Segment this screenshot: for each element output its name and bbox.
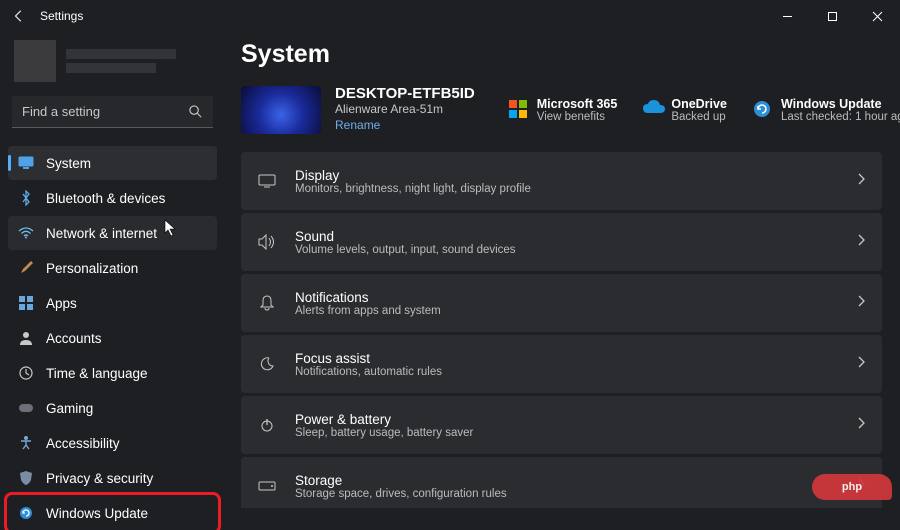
card-title: Notifications <box>295 290 858 305</box>
card-sub: Sleep, battery usage, battery saver <box>295 427 858 439</box>
card-title: Focus assist <box>295 351 858 366</box>
chevron-right-icon <box>858 294 866 312</box>
avatar <box>14 40 56 82</box>
sidebar-item-windows-update[interactable]: Windows Update <box>8 496 217 530</box>
card-notifications[interactable]: NotificationsAlerts from apps and system <box>241 274 882 332</box>
sidebar-item-label: Gaming <box>46 401 93 416</box>
sidebar-item-label: Accounts <box>46 331 102 346</box>
clock-icon <box>18 365 34 381</box>
content-area: System DESKTOP-ETFB5ID Alienware Area-51… <box>225 32 900 508</box>
device-wallpaper-thumb <box>241 86 321 134</box>
maximize-button[interactable] <box>810 0 855 32</box>
sidebar-item-apps[interactable]: Apps <box>8 286 217 320</box>
sidebar-item-bluetooth[interactable]: Bluetooth & devices <box>8 181 217 215</box>
back-button[interactable] <box>12 9 26 23</box>
card-title: Storage <box>295 473 858 488</box>
card-sub: Storage space, drives, configuration rul… <box>295 488 858 500</box>
card-display[interactable]: DisplayMonitors, brightness, night light… <box>241 152 882 210</box>
sidebar-item-label: Personalization <box>46 261 138 276</box>
search-input[interactable] <box>12 96 213 128</box>
card-sub: Notifications, automatic rules <box>295 366 858 378</box>
sidebar-item-accessibility[interactable]: Accessibility <box>8 426 217 460</box>
device-model: Alienware Area-51m <box>335 102 475 116</box>
shield-icon <box>18 470 34 486</box>
card-sub: Monitors, brightness, night light, displ… <box>295 183 858 195</box>
settings-list: DisplayMonitors, brightness, night light… <box>241 152 882 508</box>
minimize-button[interactable] <box>765 0 810 32</box>
device-name: DESKTOP-ETFB5ID <box>335 85 475 102</box>
status-windows-update[interactable]: Windows Update Last checked: 1 hour ago <box>753 97 900 123</box>
chevron-right-icon <box>858 416 866 434</box>
wifi-icon <box>18 225 34 241</box>
sidebar-item-label: Bluetooth & devices <box>46 191 165 206</box>
brush-icon <box>18 260 34 276</box>
close-button[interactable] <box>855 0 900 32</box>
user-name-placeholder <box>66 49 176 59</box>
nav-list: System Bluetooth & devices Network & int… <box>8 146 217 530</box>
onedrive-icon <box>643 100 663 120</box>
card-power[interactable]: Power & batterySleep, battery usage, bat… <box>241 396 882 454</box>
sound-icon <box>257 234 277 250</box>
card-title: Power & battery <box>295 412 858 427</box>
ms365-icon <box>509 100 529 120</box>
user-email-placeholder <box>66 63 156 73</box>
titlebar: Settings <box>0 0 900 32</box>
apps-icon <box>18 295 34 311</box>
search-icon <box>188 104 203 124</box>
sidebar-item-label: System <box>46 156 91 171</box>
card-focus-assist[interactable]: Focus assistNotifications, automatic rul… <box>241 335 882 393</box>
window-controls <box>765 0 900 32</box>
card-sub: Volume levels, output, input, sound devi… <box>295 244 858 256</box>
chevron-right-icon <box>858 355 866 373</box>
display-icon <box>257 174 277 188</box>
sidebar-item-time-language[interactable]: Time & language <box>8 356 217 390</box>
sidebar-item-label: Time & language <box>46 366 148 381</box>
window-title: Settings <box>40 9 83 23</box>
bluetooth-icon <box>18 190 34 206</box>
chevron-right-icon <box>858 172 866 190</box>
status-sub: Backed up <box>671 111 727 123</box>
sidebar-item-privacy[interactable]: Privacy & security <box>8 461 217 495</box>
sidebar-item-accounts[interactable]: Accounts <box>8 321 217 355</box>
storage-icon <box>257 481 277 491</box>
sidebar-item-label: Privacy & security <box>46 471 153 486</box>
person-icon <box>18 330 34 346</box>
status-title: OneDrive <box>671 97 727 111</box>
status-sub: View benefits <box>537 111 618 123</box>
card-sub: Alerts from apps and system <box>295 305 858 317</box>
card-title: Display <box>295 168 858 183</box>
sidebar-item-gaming[interactable]: Gaming <box>8 391 217 425</box>
card-title: Sound <box>295 229 858 244</box>
sidebar-item-system[interactable]: System <box>8 146 217 180</box>
watermark-badge: php <box>812 474 892 500</box>
sidebar-item-label: Accessibility <box>46 436 120 451</box>
chevron-right-icon <box>858 233 866 251</box>
status-sub: Last checked: 1 hour ago <box>781 111 900 123</box>
card-storage[interactable]: StorageStorage space, drives, configurat… <box>241 457 882 508</box>
system-icon <box>18 155 34 171</box>
status-title: Windows Update <box>781 97 900 111</box>
user-block[interactable] <box>8 36 217 92</box>
power-icon <box>257 418 277 432</box>
sidebar: System Bluetooth & devices Network & int… <box>0 32 225 508</box>
gaming-icon <box>18 400 34 416</box>
update-status-icon <box>753 100 773 120</box>
sidebar-item-network[interactable]: Network & internet <box>8 216 217 250</box>
rename-link[interactable]: Rename <box>335 118 380 132</box>
status-title: Microsoft 365 <box>537 97 618 111</box>
sidebar-item-personalization[interactable]: Personalization <box>8 251 217 285</box>
moon-icon <box>257 357 277 371</box>
status-onedrive[interactable]: OneDrive Backed up <box>643 97 727 123</box>
status-ms365[interactable]: Microsoft 365 View benefits <box>509 97 618 123</box>
bell-icon <box>257 295 277 311</box>
device-hero: DESKTOP-ETFB5ID Alienware Area-51m Renam… <box>241 85 882 134</box>
sidebar-item-label: Apps <box>46 296 77 311</box>
page-title: System <box>241 40 882 69</box>
accessibility-icon <box>18 435 34 451</box>
update-icon <box>18 505 34 521</box>
sidebar-item-label: Network & internet <box>46 226 157 241</box>
card-sound[interactable]: SoundVolume levels, output, input, sound… <box>241 213 882 271</box>
